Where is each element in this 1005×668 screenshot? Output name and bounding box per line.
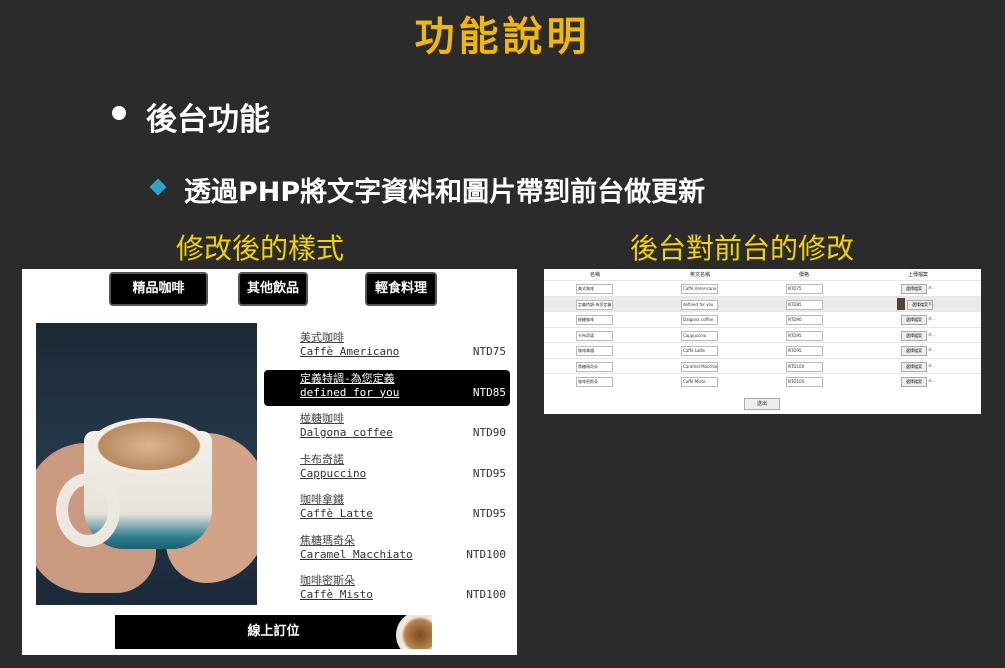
name-field[interactable]: 美式咖啡: [576, 284, 613, 294]
menu-item-price: NTD75: [472, 345, 506, 358]
category-button-coffee[interactable]: 精品咖啡: [109, 272, 208, 306]
file-name-label: 未...: [928, 331, 936, 337]
diamond-bullet-icon: [149, 178, 167, 196]
price-field[interactable]: NTD100: [786, 361, 823, 372]
choose-file-button[interactable]: 選擇檔案: [901, 377, 927, 387]
menu-item-price: NTD95: [472, 507, 506, 520]
price-field[interactable]: NTD95: [786, 330, 823, 341]
category-button-food[interactable]: 輕食料理: [365, 272, 437, 306]
submit-button[interactable]: 送出: [744, 398, 780, 410]
category-button-drinks[interactable]: 其他飲品: [238, 272, 308, 306]
menu-item-price: NTD90: [472, 426, 506, 439]
choose-file-button[interactable]: 選擇檔案: [901, 284, 927, 294]
english-name-field[interactable]: Dalgona coffee: [681, 315, 718, 325]
menu-item-name: 焦糖瑪奇朵: [300, 533, 355, 547]
online-booking-button[interactable]: 線上訂位: [115, 615, 432, 649]
caption-right: 後台對前台的修改: [630, 232, 855, 265]
menu-item[interactable]: 卡布奇諾 Cappuccino NTD95: [300, 451, 506, 485]
menu-item[interactable]: 焦糖瑪奇朵 Caramel Macchiato NTD100: [300, 532, 506, 566]
menu-item-price: NTD85: [472, 385, 506, 399]
header-name: 名稱: [590, 272, 601, 278]
menu-item[interactable]: 咖啡密斯朵 Caffè Misto NTD100: [300, 572, 506, 606]
menu-item-name: 定義特調-為您定義: [300, 371, 395, 385]
menu-item-name: 咖啡密斯朵: [300, 574, 355, 587]
menu-item-price: NTD95: [472, 466, 506, 480]
english-name-field[interactable]: defined for you: [681, 299, 718, 310]
menu-item-price: NTD100: [466, 547, 506, 561]
online-booking-label: 線上訂位: [247, 624, 300, 639]
choose-file-button[interactable]: 選擇檔案: [901, 330, 927, 341]
choose-file-button[interactable]: 選擇檔案: [901, 361, 927, 372]
table-row: 咖啡拿鐵 Caffè Latte NTD95 選擇檔案 未...: [544, 342, 981, 358]
name-field[interactable]: 卡布奇諾: [576, 330, 613, 341]
coffee-cup-icon: [396, 615, 432, 649]
english-name-field[interactable]: Cappuccino: [681, 330, 718, 341]
table-row: 椪糖咖啡 Dalgona coffee NTD90 選擇檔案 未...: [544, 311, 981, 327]
file-name-label: 未...: [928, 300, 936, 306]
bullet-dot: [112, 106, 126, 120]
price-field[interactable]: NTD85: [786, 299, 823, 310]
file-name-label: 未...: [928, 362, 936, 368]
menu-item[interactable]: 定義特調-為您定義 defined for you NTD85: [264, 369, 510, 406]
menu-item-name: 美式咖啡: [300, 331, 344, 344]
price-field[interactable]: NTD90: [786, 315, 823, 325]
header-price: 價格: [799, 272, 810, 278]
slide-title: 功能說明: [414, 14, 591, 60]
menu-item-english: Cappuccino: [300, 466, 367, 480]
menu-item[interactable]: 美式咖啡 Caffè Americano NTD75: [300, 329, 506, 363]
price-field[interactable]: NTD95: [786, 346, 823, 356]
name-field[interactable]: 咖啡拿鐵: [576, 346, 613, 356]
name-field[interactable]: 定義特調-為您定義: [576, 299, 613, 310]
header-english-name: 英文名稱: [690, 272, 711, 278]
menu-item-english: Caffè Americano: [300, 345, 400, 358]
menu-item-price: NTD100: [466, 588, 506, 601]
file-name-label: 未...: [928, 347, 936, 352]
english-name-field[interactable]: Caramel Macchiato: [681, 361, 718, 372]
admin-panel: 名稱 英文名稱 價格 上傳檔案 美式咖啡 Caffè Americano NTD75…: [544, 269, 981, 414]
menu-item-name: 卡布奇諾: [300, 452, 344, 466]
english-name-field[interactable]: Caffè Latte: [681, 346, 718, 356]
menu-item-english: Dalgona coffee: [300, 426, 393, 439]
name-field[interactable]: 焦糖瑪奇朵: [576, 361, 613, 372]
menu-item-english: Caramel Macchiato: [300, 547, 413, 561]
caption-left: 修改後的樣式: [176, 232, 345, 265]
product-thumbnail: [897, 297, 905, 310]
frontend-preview: 精品咖啡 其他飲品 輕食料理 美式咖啡 Caffè Americano NTD75 定…: [22, 269, 517, 655]
file-name-label: 未...: [928, 316, 936, 321]
name-field[interactable]: 咖啡密斯朵: [576, 377, 613, 387]
menu-item-english: defined for you: [300, 385, 400, 399]
sub-bullet-text: 透過PHP將文字資料和圖片帶到前台做更新: [184, 177, 706, 208]
table-row: 定義特調-為您定義 defined for you NTD85 選擇檔案 未...: [544, 295, 981, 312]
table-row: 咖啡密斯朵 Caffè Misto NTD100 選擇檔案 未...: [544, 373, 981, 389]
menu-item-name: 椪糖咖啡: [300, 412, 344, 425]
file-name-label: 未...: [928, 285, 936, 290]
english-name-field[interactable]: Caffè Americano: [681, 284, 718, 294]
table-row: 卡布奇諾 Cappuccino NTD95 選擇檔案 未...: [544, 326, 981, 343]
table-row: 美式咖啡 Caffè Americano NTD75 選擇檔案 未...: [544, 280, 981, 296]
header-upload: 上傳檔案: [908, 272, 929, 278]
menu-item-english: Caffè Latte: [300, 507, 373, 520]
admin-table-header: 名稱 英文名稱 價格 上傳檔案: [544, 269, 981, 280]
price-field[interactable]: NTD75: [786, 284, 823, 294]
menu-item-name: 咖啡拿鐵: [300, 493, 344, 506]
menu-item[interactable]: 椪糖咖啡 Dalgona coffee NTD90: [300, 410, 506, 444]
english-name-field[interactable]: Caffè Misto: [681, 377, 718, 387]
choose-file-button[interactable]: 選擇檔案: [901, 315, 927, 325]
price-field[interactable]: NTD100: [786, 377, 823, 387]
menu-item-english: Caffè Misto: [300, 588, 373, 601]
bullet-heading: 後台功能: [146, 102, 270, 138]
choose-file-button[interactable]: 選擇檔案: [901, 346, 927, 356]
table-row: 焦糖瑪奇朵 Caramel Macchiato NTD100 選擇檔案 未...: [544, 357, 981, 374]
file-name-label: 未...: [928, 378, 936, 383]
menu-item[interactable]: 咖啡拿鐵 Caffè Latte NTD95: [300, 491, 506, 525]
name-field[interactable]: 椪糖咖啡: [576, 315, 613, 325]
coffee-cup-photo: [36, 323, 257, 605]
